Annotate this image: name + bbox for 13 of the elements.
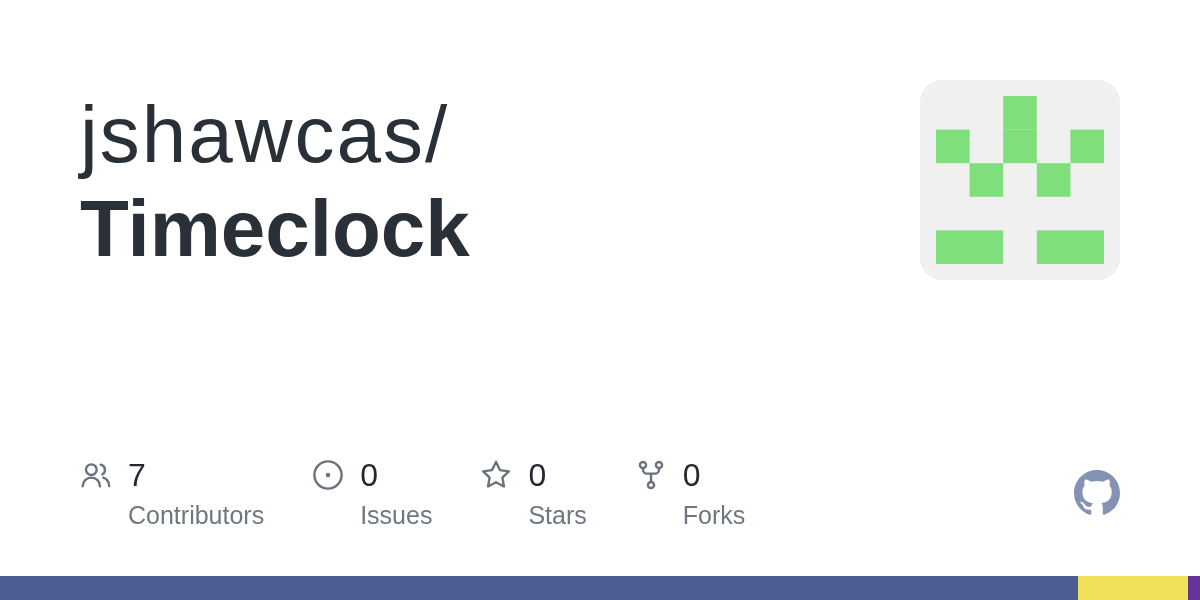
stat-count: 0 xyxy=(528,456,548,495)
star-icon xyxy=(480,459,513,491)
stat-count: 0 xyxy=(682,456,702,495)
circle-dot-icon xyxy=(312,459,345,491)
logo-icon xyxy=(1074,470,1120,516)
stat-label: Stars xyxy=(528,500,587,531)
stat-label: Contributors xyxy=(128,500,265,531)
stat-label: Forks xyxy=(682,500,746,531)
repo-owner: jshawcas/ xyxy=(80,89,451,181)
repo-name: Timeclock xyxy=(80,183,470,275)
stat-label: Issues xyxy=(360,500,433,531)
stat-count: 7 xyxy=(128,456,147,495)
stat-count: 0 xyxy=(360,456,379,495)
